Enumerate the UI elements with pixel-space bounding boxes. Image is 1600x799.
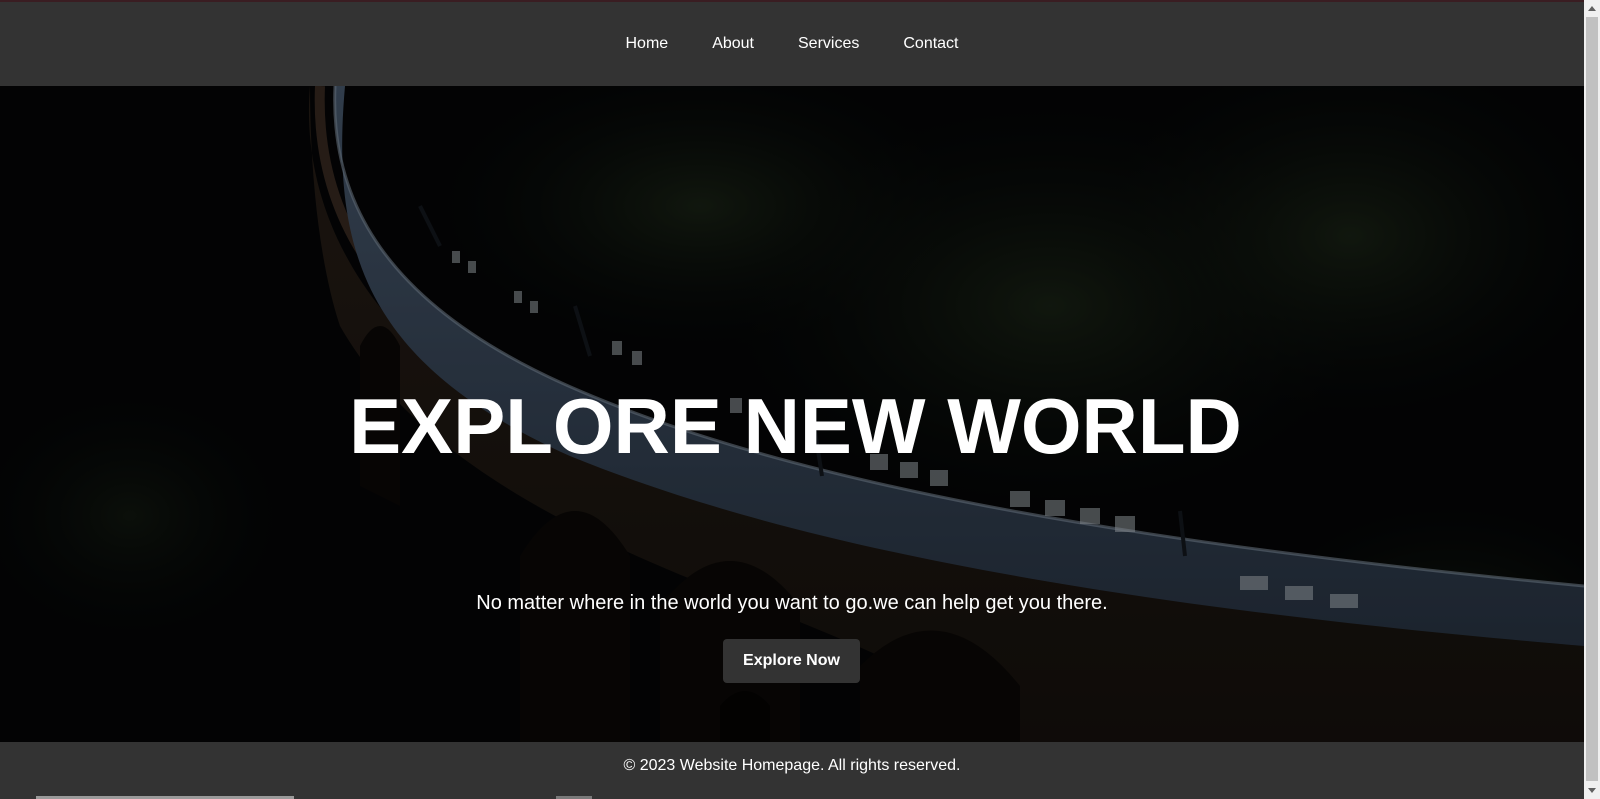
hero-title: EXPLORE NEW WORLD [349, 382, 1242, 470]
vertical-scrollbar[interactable] [1584, 0, 1600, 799]
nav-link-services[interactable]: Services [798, 31, 859, 57]
nav-link-home[interactable]: Home [626, 31, 669, 57]
page: Home About Services Contact EXPLORE NEW … [0, 0, 1600, 799]
explore-now-button[interactable]: Explore Now [723, 639, 860, 683]
hero-subtitle: No matter where in the world you want to… [476, 592, 1108, 614]
scrollbar-thumb[interactable] [1586, 17, 1598, 781]
scroll-up-arrow-icon[interactable] [1584, 0, 1600, 16]
footer-copyright: © 2023 Website Homepage. All rights rese… [623, 756, 961, 774]
navbar: Home About Services Contact [0, 2, 1584, 86]
nav-link-about[interactable]: About [712, 31, 754, 57]
nav-links: Home About Services Contact [626, 31, 959, 57]
scroll-down-arrow-icon[interactable] [1584, 783, 1600, 799]
footer: © 2023 Website Homepage. All rights rese… [0, 742, 1584, 799]
nav-link-contact[interactable]: Contact [903, 31, 958, 57]
hero-section: EXPLORE NEW WORLD No matter where in the… [0, 86, 1584, 742]
